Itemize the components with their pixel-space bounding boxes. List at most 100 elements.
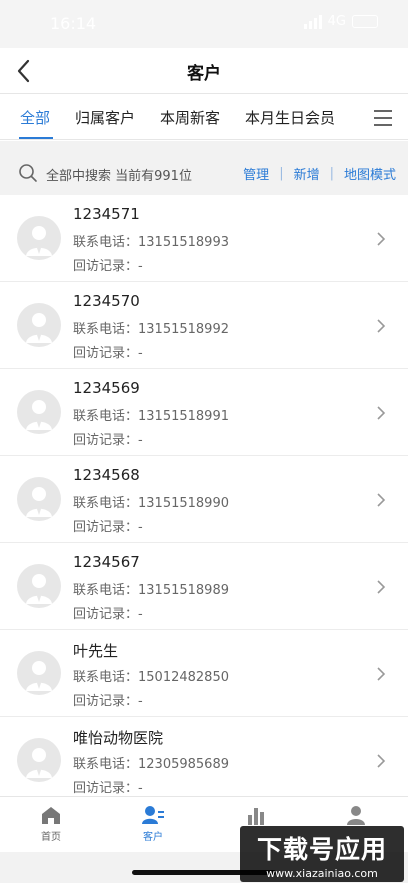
visit-row: 回访记录：-: [73, 516, 143, 535]
phone-number: 15012482850: [138, 670, 229, 685]
customer-name: 叶先生: [73, 642, 119, 660]
search-input[interactable]: 全部中搜索 当前有991位: [46, 165, 192, 184]
menu-icon: [374, 110, 392, 126]
chevron-right-icon: [377, 232, 386, 246]
tabbar-stats[interactable]: [226, 805, 286, 828]
tabbar-home[interactable]: 首页: [21, 805, 81, 843]
stats-icon: [248, 808, 264, 825]
nav-bar: 客户: [0, 48, 408, 94]
customer-item[interactable]: 1234568 联系电话：13151518990 回访记录：-: [0, 456, 408, 543]
avatar: [17, 390, 61, 434]
chevron-right-icon: [377, 667, 386, 681]
visit-value: -: [138, 346, 143, 361]
status-time: 16:14: [50, 14, 97, 33]
customer-name: 1234571: [73, 205, 140, 223]
visit-row: 回访记录：-: [73, 777, 143, 796]
divider: |: [279, 166, 284, 181]
chevron-right-icon: [377, 754, 386, 768]
visit-value: -: [138, 520, 143, 535]
tabbar-home-label: 首页: [41, 832, 61, 843]
avatar: [17, 477, 61, 521]
home-icon: [42, 807, 60, 824]
phone-row: 联系电话：13151518989: [73, 579, 229, 598]
visit-value: -: [138, 781, 143, 796]
tab-birthday-this-month[interactable]: 本月生日会员: [245, 107, 335, 128]
battery-icon: [352, 15, 378, 28]
customer-name: 1234569: [73, 379, 140, 397]
customer-item[interactable]: 1234571 联系电话：13151518993 回访记录：-: [0, 195, 408, 282]
divider: |: [329, 166, 334, 181]
tabbar-customer[interactable]: 客户: [123, 805, 183, 843]
phone-number: 12305985689: [138, 757, 229, 772]
status-indicators: 4G: [303, 14, 378, 29]
manage-button[interactable]: 管理: [243, 164, 269, 183]
customer-item[interactable]: 1234570 联系电话：13151518992 回访记录：-: [0, 282, 408, 369]
visit-value: -: [138, 607, 143, 622]
tab-menu-button[interactable]: [372, 108, 394, 128]
tab-new-this-week[interactable]: 本周新客: [160, 107, 220, 128]
watermark-title: 下载号应用: [256, 835, 387, 864]
avatar: [17, 738, 61, 782]
visit-row: 回访记录：-: [73, 690, 143, 709]
avatar: [17, 216, 61, 260]
phone-number: 13151518989: [138, 583, 229, 598]
list-actions: 管理 | 新增 | 地图模式: [243, 164, 396, 183]
chevron-right-icon: [377, 406, 386, 420]
chevron-right-icon: [377, 493, 386, 507]
map-mode-button[interactable]: 地图模式: [344, 164, 396, 183]
avatar: [17, 651, 61, 695]
visit-label: 回访记录：: [73, 346, 139, 361]
phone-row: 联系电话：13151518993: [73, 231, 229, 250]
tab-all[interactable]: 全部: [20, 107, 50, 128]
customer-item[interactable]: 1234569 联系电话：13151518991 回访记录：-: [0, 369, 408, 456]
network-type: 4G: [327, 14, 346, 29]
filter-tabs: 全部 归属客户 本周新客 本月生日会员: [0, 95, 408, 140]
add-button[interactable]: 新增: [294, 164, 320, 183]
customer-name: 1234570: [73, 292, 140, 310]
phone-row: 联系电话：13151518992: [73, 318, 229, 337]
phone-label: 联系电话：: [73, 583, 139, 598]
customer-name: 唯怡动物医院: [73, 729, 164, 747]
phone-number: 13151518990: [138, 496, 229, 511]
phone-label: 联系电话：: [73, 670, 139, 685]
user-avatar-icon: [26, 487, 52, 517]
visit-value: -: [138, 433, 143, 448]
tabbar-customer-label: 客户: [143, 832, 163, 843]
user-avatar-icon: [26, 313, 52, 343]
user-avatar-icon: [26, 574, 52, 604]
customer-item[interactable]: 叶先生 联系电话：15012482850 回访记录：-: [0, 630, 408, 717]
phone-label: 联系电话：: [73, 757, 139, 772]
phone-label: 联系电话：: [73, 409, 139, 424]
customer-item[interactable]: 唯怡动物医院 联系电话：12305985689 回访记录：-: [0, 717, 408, 804]
phone-number: 13151518991: [138, 409, 229, 424]
phone-row: 联系电话：15012482850: [73, 666, 229, 685]
visit-label: 回访记录：: [73, 607, 139, 622]
user-avatar-icon: [26, 748, 52, 778]
phone-number: 13151518992: [138, 322, 229, 337]
visit-row: 回访记录：-: [73, 255, 143, 274]
status-bar: 16:14 4G: [0, 0, 408, 48]
tabbar-profile[interactable]: [326, 805, 386, 828]
user-avatar-icon: [26, 661, 52, 691]
watermark-url: www.xiazainiao.com: [266, 867, 378, 880]
chevron-right-icon: [377, 580, 386, 594]
user-avatar-icon: [26, 226, 52, 256]
phone-row: 联系电话：13151518990: [73, 492, 229, 511]
tab-assigned-customers[interactable]: 归属客户: [75, 107, 135, 128]
customer-item[interactable]: 1234567 联系电话：13151518989 回访记录：-: [0, 543, 408, 630]
search-icon[interactable]: [18, 163, 38, 187]
page-title: 客户: [187, 64, 221, 84]
avatar: [17, 564, 61, 608]
phone-label: 联系电话：: [73, 496, 139, 511]
phone-label: 联系电话：: [73, 235, 139, 250]
customer-icon: [142, 806, 164, 824]
visit-value: -: [138, 694, 143, 709]
customer-name: 1234568: [73, 466, 140, 484]
user-avatar-icon: [26, 400, 52, 430]
visit-label: 回访记录：: [73, 259, 139, 274]
signal-icon: [303, 14, 322, 29]
chevron-right-icon: [377, 319, 386, 333]
customer-list: 1234571 联系电话：13151518993 回访记录：- 1234570 …: [0, 195, 408, 804]
avatar: [17, 303, 61, 347]
phone-label: 联系电话：: [73, 322, 139, 337]
